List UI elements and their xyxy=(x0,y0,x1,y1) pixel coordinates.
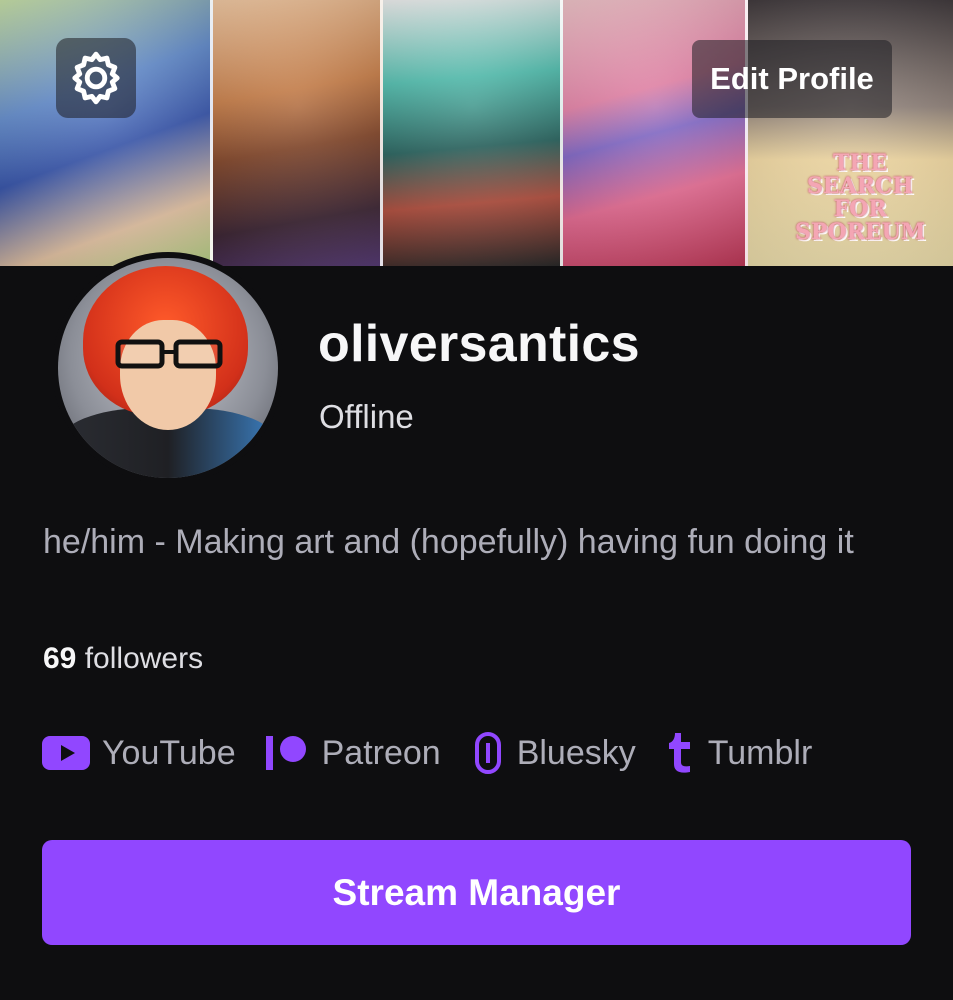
social-link-patreon[interactable]: Patreon xyxy=(265,733,441,773)
social-link-bluesky[interactable]: Bluesky xyxy=(471,731,636,775)
profile-bio: he/him - Making art and (hopefully) havi… xyxy=(43,523,854,561)
avatar-image xyxy=(58,258,278,478)
social-link-label: Patreon xyxy=(321,733,441,772)
banner-art-panel xyxy=(213,0,383,266)
social-link-label: Bluesky xyxy=(516,733,636,772)
social-link-tumblr[interactable]: Tumblr xyxy=(666,731,813,775)
social-link-youtube[interactable]: YouTube xyxy=(42,734,236,773)
gear-icon xyxy=(72,51,120,105)
stream-status: Offline xyxy=(319,398,414,435)
banner-logo-art: THE SEARCH FOR SPOREUM xyxy=(794,149,926,246)
followers-label: followers xyxy=(84,642,204,675)
social-links: YouTube Patreon Bluesky Tumblr xyxy=(42,724,842,782)
avatar[interactable] xyxy=(52,252,284,484)
youtube-icon xyxy=(42,736,90,770)
social-link-label: Tumblr xyxy=(707,733,813,772)
edit-profile-button[interactable]: Edit Profile xyxy=(692,40,892,118)
settings-button[interactable] xyxy=(56,38,136,118)
patreon-icon xyxy=(265,736,306,770)
social-link-label: YouTube xyxy=(102,733,236,772)
followers-count[interactable]: 69 followers xyxy=(43,642,203,676)
banner-art-panel xyxy=(383,0,563,266)
tumblr-icon xyxy=(668,733,690,773)
stream-manager-button[interactable]: Stream Manager xyxy=(42,840,911,945)
bluesky-icon xyxy=(474,732,501,774)
followers-number: 69 xyxy=(43,642,77,675)
username: oliversantics xyxy=(318,315,640,373)
